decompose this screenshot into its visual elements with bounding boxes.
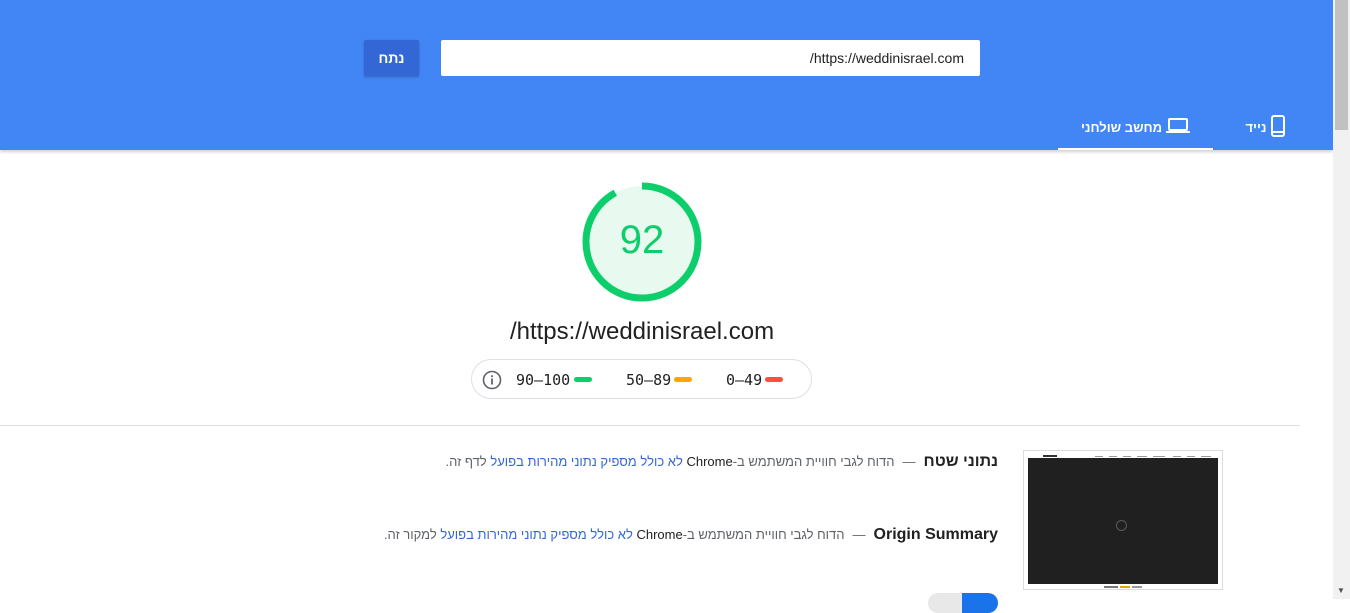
legend-good-label: 90–100 xyxy=(516,371,571,389)
field-data-text: הדוח לגבי חוויית המשתמש ב- xyxy=(732,454,895,469)
origin-summary-dash: — xyxy=(852,527,866,542)
legend-good-marker xyxy=(574,377,592,382)
view-toggle-active[interactable] xyxy=(962,593,998,613)
score-legend: 90–100 50–89 0–49 xyxy=(471,359,812,399)
scrollbar-thumb[interactable] xyxy=(1335,0,1348,130)
view-toggle[interactable] xyxy=(928,593,998,613)
tab-desktop[interactable]: מחשב שולחני xyxy=(1058,104,1213,150)
analyzed-url: https://weddinisrael.com/ xyxy=(509,318,775,345)
top-header: נתח מחשב שולחני נייד xyxy=(0,0,1333,150)
origin-summary-text: הדוח לגבי חוויית המשתמש ב- xyxy=(682,527,845,542)
scroll-down-arrow-icon[interactable]: ▼ xyxy=(1337,586,1345,595)
field-data-row: נתוני שטח — הדוח לגבי חוויית המשתמש ב-Chro… xyxy=(445,453,998,471)
origin-summary-link[interactable]: לא כולל מספיק נתוני מהירות בפועל xyxy=(440,527,633,542)
origin-summary-title: Origin Summary xyxy=(873,526,998,543)
loading-spinner-icon xyxy=(1116,520,1127,531)
thumbnail-dark-screen xyxy=(1028,458,1218,584)
field-data-chrome: Chrome xyxy=(686,454,733,469)
legend-average-label: 50–89 xyxy=(626,371,672,389)
field-data-text-end: לדף זה. xyxy=(445,454,487,469)
origin-summary-text-end: למקור זה. xyxy=(383,527,437,542)
analyze-button[interactable]: נתח xyxy=(364,40,419,76)
legend-fail-marker xyxy=(765,377,783,382)
section-divider xyxy=(0,425,1300,426)
thumbnail-footer xyxy=(1104,586,1142,588)
tab-mobile-label: נייד xyxy=(1245,119,1267,135)
field-data-link[interactable]: לא כולל מספיק נתוני מהירות בפועל xyxy=(490,454,683,469)
legend-fail-label: 0–49 xyxy=(726,371,763,389)
mobile-phone-icon xyxy=(1270,114,1285,140)
field-data-title: נתוני שטח xyxy=(923,453,998,470)
url-input[interactable] xyxy=(441,40,980,76)
performance-score: 92 xyxy=(619,218,665,262)
page-screenshot-thumbnail xyxy=(1023,450,1223,590)
origin-summary-row: Origin Summary — הדוח לגבי חוויית המשתמש ב… xyxy=(384,526,998,544)
origin-summary-chrome: Chrome xyxy=(636,527,683,542)
scrollbar[interactable]: ▼ xyxy=(1333,0,1350,599)
info-icon[interactable] xyxy=(482,370,502,395)
field-data-dash: — xyxy=(902,454,916,469)
tab-mobile[interactable]: נייד xyxy=(1230,104,1300,150)
legend-average-marker xyxy=(674,377,692,382)
laptop-icon xyxy=(1166,117,1191,138)
tab-desktop-label: מחשב שולחני xyxy=(1080,119,1163,135)
